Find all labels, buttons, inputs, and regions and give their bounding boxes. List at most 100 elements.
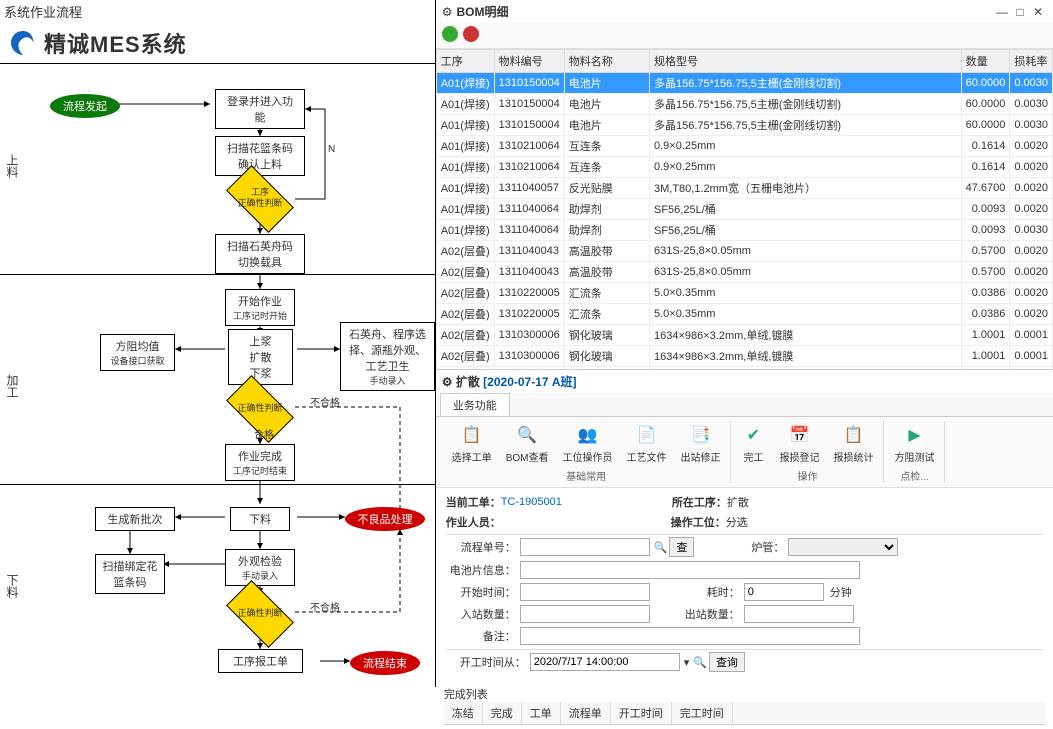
- bom-col-header[interactable]: 规格型号: [650, 50, 962, 73]
- done-col[interactable]: 冻结: [444, 702, 483, 724]
- table-row[interactable]: A01(焊接)1310210064互连条0.9×0.25mm0.16140.00…: [436, 157, 1052, 178]
- in-label: 入站数量：: [446, 606, 516, 622]
- proc-value: 扩散: [727, 494, 749, 510]
- ribbon-group: ✔完工📅报损登记📋报损统计操作: [731, 421, 884, 483]
- remove-icon[interactable]: [463, 26, 479, 42]
- ribbon-icon: 📄: [634, 423, 658, 447]
- done-col[interactable]: 开工时间: [611, 702, 672, 724]
- table-row[interactable]: A01(焊接)1310150004电池片多晶156.75*156.75,5主栅(…: [436, 94, 1052, 115]
- worktime-label: 开工时间从：: [446, 654, 526, 670]
- done-list: 完成列表 冻结完成工单流程单开工时间完工时间: [436, 682, 1053, 729]
- label-ng2: 不合格: [310, 599, 340, 614]
- search-icon[interactable]: 🔍: [654, 541, 668, 554]
- start-input[interactable]: [520, 583, 650, 601]
- flow-input[interactable]: [520, 538, 650, 556]
- ribbon-button[interactable]: ▶ 方阻测试: [888, 421, 940, 466]
- remark-input[interactable]: [520, 627, 860, 645]
- minimize-button[interactable]: —: [993, 5, 1011, 19]
- ribbon-label: 工艺文件: [626, 449, 666, 464]
- flow-label: 流程单号：: [446, 539, 516, 555]
- in-input[interactable]: [520, 605, 650, 623]
- section-label-3: 下料: [4, 574, 21, 598]
- bom-col-header[interactable]: 物料编号: [494, 50, 564, 73]
- ribbon-icon: ✔: [741, 423, 765, 447]
- out-input[interactable]: [744, 605, 854, 623]
- section-label-2: 加工: [4, 374, 21, 398]
- node-bind: 扫描绑定花篮条码: [95, 554, 165, 594]
- work-window: ⚙ 扩散 [2020-07-17 A班] 业务功能 📋选择工单🔍BOM查看👥工位…: [436, 370, 1053, 729]
- ribbon-button[interactable]: 📋选择工单: [446, 421, 498, 466]
- table-row[interactable]: A02(层叠)1310220005汇流条5.0×0.35mm0.03860.00…: [436, 283, 1052, 304]
- ribbon-button[interactable]: ✔完工: [735, 421, 771, 466]
- table-row[interactable]: A02(层叠)1310220005汇流条5.0×0.35mm0.03860.00…: [436, 304, 1052, 325]
- table-row[interactable]: A01(焊接)1310150004电池片多晶156.75*156.75,5主栅(…: [436, 73, 1052, 94]
- table-row[interactable]: A02(层叠)1311040043高温胶带631S-25,8×0.05mm0.5…: [436, 262, 1052, 283]
- ribbon-icon: 📋: [841, 423, 865, 447]
- ribbon-icon: ▶: [902, 423, 926, 447]
- node-judge1: 工序正确性判断: [225, 179, 295, 219]
- ribbon-label: 方阻测试: [894, 449, 934, 464]
- cell-input[interactable]: [520, 561, 860, 579]
- ribbon-label: 工位操作员: [562, 449, 612, 464]
- done-col[interactable]: 工单: [522, 702, 561, 724]
- work-title: ⚙ 扩散 [2020-07-17 A班]: [436, 370, 1053, 393]
- bom-col-header[interactable]: 工序: [436, 50, 494, 73]
- bom-titlebar: ⚙ BOM明细 — □ ✕: [436, 0, 1053, 23]
- done-header: 冻结完成工单流程单开工时间完工时间: [444, 702, 1045, 725]
- dropdown-icon[interactable]: ▾: [684, 656, 690, 669]
- ribbon-button[interactable]: 📋 报损统计: [827, 421, 879, 466]
- done-col[interactable]: 流程单: [561, 702, 611, 724]
- search-button[interactable]: 查: [669, 537, 694, 557]
- search-icon[interactable]: 🔍: [693, 656, 707, 669]
- ribbon-button[interactable]: 👥工位操作员: [556, 421, 618, 466]
- node-judge3: 正确性判断: [225, 594, 295, 634]
- query-button[interactable]: 查询: [709, 652, 745, 672]
- bom-table-wrapper[interactable]: 工序物料编号物料名称规格型号数量损耗率 A01(焊接)1310150004电池片…: [436, 49, 1053, 369]
- table-row[interactable]: A02(层叠)1311040043高温胶带631S-25,8×0.05mm0.5…: [436, 241, 1052, 262]
- node-end: 流程结束: [350, 651, 420, 675]
- furnace-select[interactable]: [788, 538, 898, 556]
- bom-window: ⚙ BOM明细 — □ ✕ 工序物料编号物料名称规格型号数量损耗率 A01(焊接…: [436, 0, 1053, 370]
- node-login: 登录并进入功能: [215, 89, 305, 129]
- done-col[interactable]: 完成: [483, 702, 522, 724]
- table-row[interactable]: A02(层叠)1310300006钢化玻璃1634×986×3.2mm,单绒,镀…: [436, 325, 1052, 346]
- table-row[interactable]: A01(焊接)1311040064助焊剂SF56,25L/桶0.00930.00…: [436, 199, 1052, 220]
- start-label: 开始时间：: [446, 584, 516, 600]
- table-row[interactable]: A02(层叠)1310300006钢化玻璃1634×986×3.2mm,单绒,镀…: [436, 346, 1052, 367]
- cost-input[interactable]: [744, 583, 824, 601]
- order-label: 当前工单：: [446, 494, 501, 510]
- station-label: 操作工位：: [671, 514, 726, 530]
- ribbon-button[interactable]: 📑出站修正: [674, 421, 726, 466]
- tab-bar: 业务功能: [436, 393, 1053, 417]
- table-row[interactable]: A01(焊接)1311040057反光贴膜3M,T80,1.2mm宽（五栅电池片…: [436, 178, 1052, 199]
- ribbon-label: 报损登记: [779, 449, 819, 464]
- node-defect: 不良品处理: [345, 507, 425, 531]
- ribbon-group: ▶ 方阻测试点检...: [884, 421, 945, 483]
- tab-operations[interactable]: 业务功能: [440, 393, 510, 416]
- ribbon: 📋选择工单🔍BOM查看👥工位操作员📄工艺文件📑出站修正基础常用✔完工📅报损登记📋…: [436, 417, 1053, 488]
- gear-icon: ⚙: [442, 5, 453, 19]
- add-icon[interactable]: [442, 26, 458, 42]
- bom-col-header[interactable]: 数量: [961, 50, 1010, 73]
- label-ok: 合格: [254, 426, 274, 441]
- close-button[interactable]: ✕: [1029, 5, 1047, 19]
- worktime-input[interactable]: [530, 653, 680, 671]
- ribbon-button[interactable]: 📅报损登记: [773, 421, 825, 466]
- ribbon-button[interactable]: 🔍BOM查看: [500, 421, 555, 466]
- node-scan1: 扫描花篮条码确认上料: [215, 136, 305, 176]
- flowchart: 上料 加工 下料: [0, 64, 435, 694]
- ribbon-button[interactable]: 📄 工艺文件: [620, 421, 672, 466]
- table-row[interactable]: A01(焊接)1310150004电池片多晶156.75*156.75,5主栅(…: [436, 115, 1052, 136]
- ribbon-group-label: 点检...: [900, 468, 928, 483]
- bom-col-header[interactable]: 损耗率: [1010, 50, 1053, 73]
- ribbon-label: 选择工单: [452, 449, 492, 464]
- done-col[interactable]: 完工时间: [672, 702, 733, 724]
- ribbon-label: 报损统计: [833, 449, 873, 464]
- bom-col-header[interactable]: 物料名称: [564, 50, 649, 73]
- maximize-button[interactable]: □: [1011, 5, 1029, 19]
- table-row[interactable]: A02(层叠)1310400025EVA（非高透）0.45×974mm，非高透，…: [436, 367, 1052, 370]
- order-value: TC-1905001: [501, 496, 562, 508]
- ribbon-label: BOM查看: [506, 449, 549, 464]
- table-row[interactable]: A01(焊接)1310210064互连条0.9×0.25mm0.16140.00…: [436, 136, 1052, 157]
- table-row[interactable]: A01(焊接)1311040064助焊剂SF56,25L/桶0.00930.00…: [436, 220, 1052, 241]
